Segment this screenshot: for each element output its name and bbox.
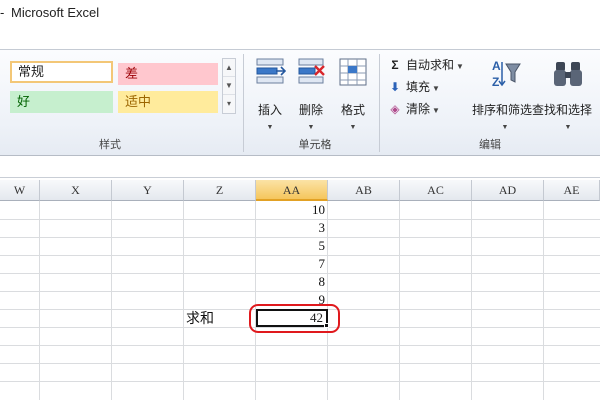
column-header-ab[interactable]: AB bbox=[328, 180, 400, 201]
highlight-circle bbox=[249, 304, 340, 333]
svg-text:Z: Z bbox=[492, 75, 499, 89]
clear-button[interactable]: ◈ 清除 ▼ bbox=[388, 100, 440, 118]
formula-bar-area bbox=[0, 156, 600, 178]
column-header-ac[interactable]: AC bbox=[400, 180, 472, 201]
gallery-down-icon[interactable]: ▼ bbox=[223, 77, 235, 95]
svg-text:A: A bbox=[492, 59, 501, 73]
window-title: Microsoft Excel bbox=[11, 5, 100, 20]
grid-column-line bbox=[543, 201, 544, 400]
group-separator bbox=[243, 54, 244, 152]
column-header-ae[interactable]: AE bbox=[544, 180, 600, 201]
column-header-w[interactable]: W bbox=[0, 180, 40, 201]
insert-label: 插入 bbox=[257, 103, 282, 117]
autosum-dropdown-icon: ▼ bbox=[456, 62, 464, 71]
sigma-icon: Σ bbox=[391, 58, 399, 72]
worksheet-grid: W X Y Z AA AB AC AD AE 10 3 5 7 8 9 求和 4… bbox=[0, 180, 600, 400]
ribbon: 常规 差 好 适中 ▲ ▼ ▾ 样式 插入 ▼ 删除 ▼ 格式 ▼ 单元格 Σ … bbox=[0, 50, 600, 156]
find-select-label: 查找和选择 bbox=[532, 103, 593, 117]
styles-group-label: 样式 bbox=[99, 139, 121, 151]
style-normal[interactable]: 常规 bbox=[10, 61, 113, 83]
fill-dropdown-icon: ▼ bbox=[432, 84, 440, 93]
style-good[interactable]: 好 bbox=[10, 91, 113, 113]
grid-row-line bbox=[0, 363, 600, 364]
find-select-dropdown-icon: ▼ bbox=[564, 124, 572, 131]
cell-aa-value[interactable]: 3 bbox=[256, 219, 328, 237]
title-left-mark: - bbox=[0, 5, 5, 20]
delete-dropdown-icon: ▼ bbox=[307, 124, 315, 131]
delete-cells-icon bbox=[298, 58, 325, 84]
autosum-label: 自动求和 bbox=[406, 58, 455, 72]
fill-button[interactable]: ⬇ 填充 ▼ bbox=[388, 78, 440, 96]
grid-column-line bbox=[39, 201, 40, 400]
sort-filter-label: 排序和筛选 bbox=[472, 103, 533, 117]
sort-filter-icon: A Z bbox=[492, 59, 521, 89]
editing-group-label: 编辑 bbox=[479, 139, 501, 151]
fill-down-icon: ⬇ bbox=[389, 80, 401, 94]
format-label: 格式 bbox=[340, 103, 365, 117]
styles-gallery-scroll[interactable]: ▲ ▼ ▾ bbox=[222, 58, 236, 114]
column-header-y[interactable]: Y bbox=[112, 180, 184, 201]
format-dropdown-icon: ▼ bbox=[349, 124, 357, 131]
delete-label: 删除 bbox=[298, 103, 323, 117]
grid-column-line bbox=[471, 201, 472, 400]
sort-filter-dropdown-icon: ▼ bbox=[501, 124, 509, 131]
clear-label: 清除 bbox=[406, 102, 431, 116]
column-header-aa[interactable]: AA bbox=[256, 180, 328, 201]
cell-aa-value[interactable]: 10 bbox=[256, 201, 328, 219]
title-bar: - Microsoft Excel bbox=[0, 0, 600, 26]
insert-cells-icon bbox=[256, 58, 287, 84]
style-neutral[interactable]: 适中 bbox=[118, 91, 218, 113]
column-header-ad[interactable]: AD bbox=[472, 180, 544, 201]
cell-aa-value[interactable]: 8 bbox=[256, 273, 328, 291]
cell-aa-value[interactable]: 7 bbox=[256, 255, 328, 273]
grid-row-line bbox=[0, 381, 600, 382]
style-bad[interactable]: 差 bbox=[118, 63, 218, 85]
gallery-more-icon[interactable]: ▾ bbox=[223, 95, 235, 113]
format-button[interactable]: 格式 ▼ bbox=[335, 56, 371, 131]
autosum-button[interactable]: Σ 自动求和 ▼ bbox=[388, 56, 464, 74]
format-cells-icon bbox=[339, 58, 367, 86]
binoculars-icon bbox=[554, 62, 582, 86]
eraser-icon: ◈ bbox=[390, 102, 400, 116]
column-header-x[interactable]: X bbox=[40, 180, 112, 201]
cells-group-label: 单元格 bbox=[298, 139, 332, 151]
gallery-up-icon[interactable]: ▲ bbox=[223, 59, 235, 77]
cell-aa-value[interactable]: 5 bbox=[256, 237, 328, 255]
fill-label: 填充 bbox=[406, 80, 431, 94]
column-header-z[interactable]: Z bbox=[184, 180, 256, 201]
delete-button[interactable]: 删除 ▼ bbox=[293, 56, 329, 131]
insert-dropdown-icon: ▼ bbox=[266, 124, 274, 131]
grid-column-line bbox=[111, 201, 112, 400]
insert-button[interactable]: 插入 ▼ bbox=[252, 56, 288, 131]
clear-dropdown-icon: ▼ bbox=[432, 106, 440, 115]
grid-column-line bbox=[399, 201, 400, 400]
grid-row-line bbox=[0, 345, 600, 346]
grid-column-line bbox=[183, 201, 184, 400]
sum-label-cell[interactable]: 求和 bbox=[186, 308, 214, 328]
find-select-button[interactable]: 查找和选择 ▼ bbox=[532, 56, 592, 131]
sort-filter-button[interactable]: A Z 排序和筛选 ▼ bbox=[472, 56, 532, 131]
